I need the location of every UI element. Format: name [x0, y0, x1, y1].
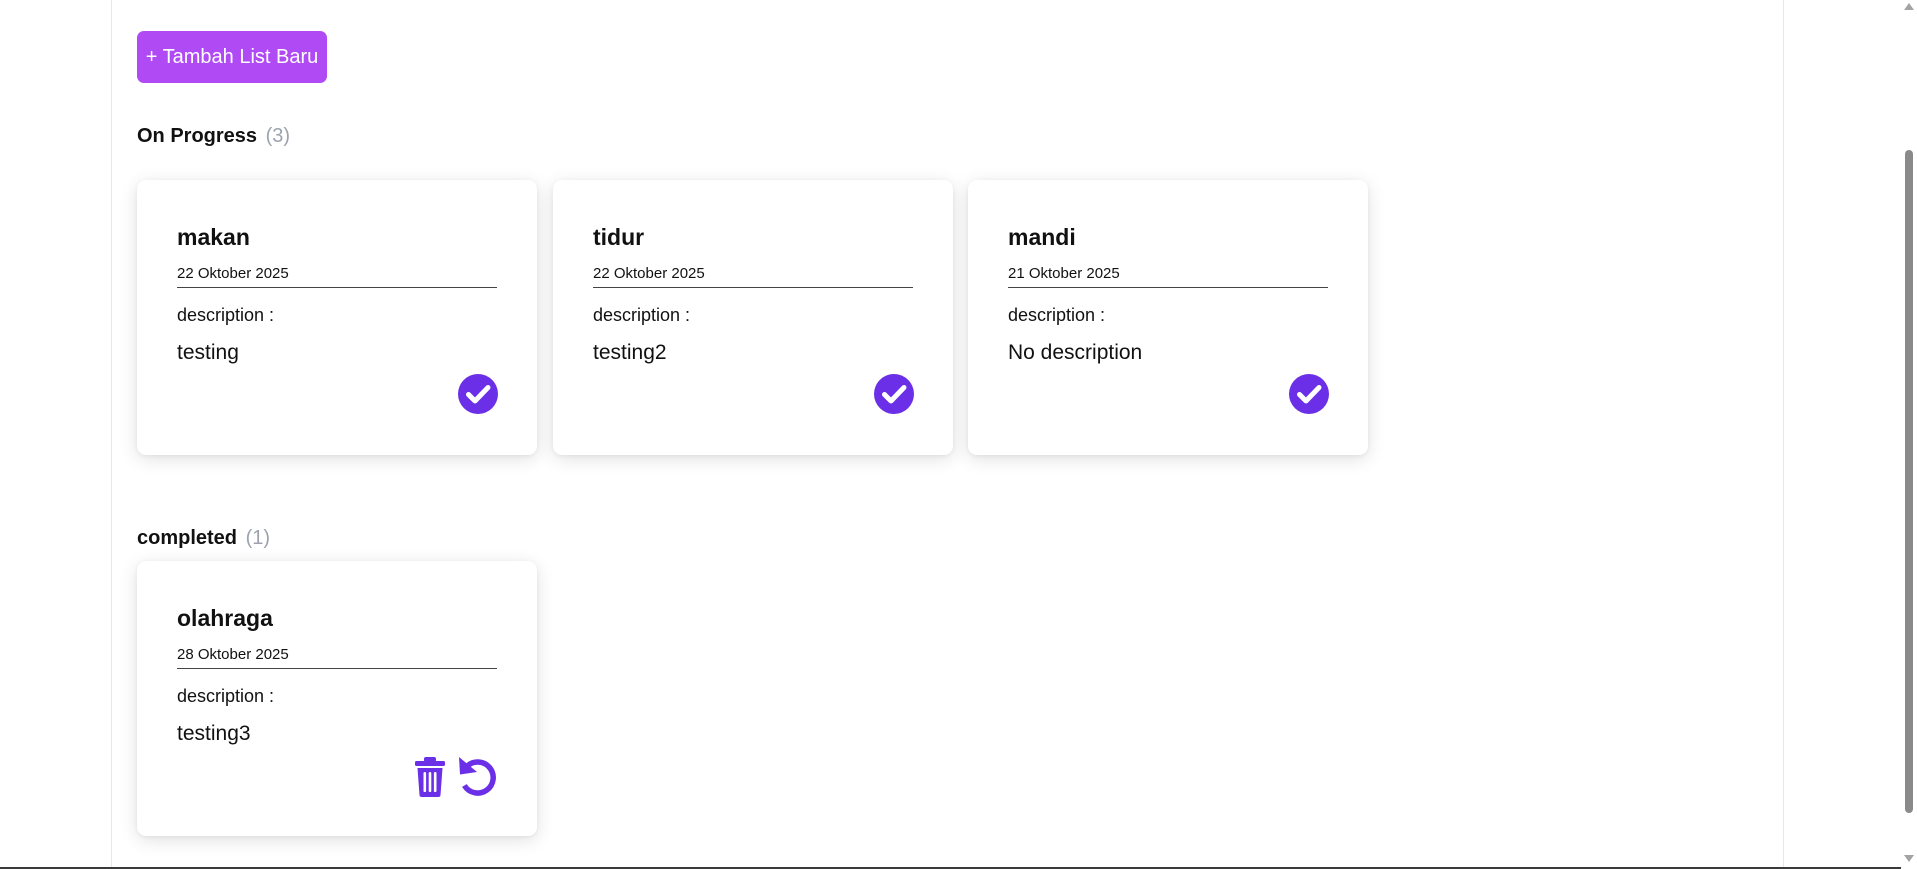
description-label: description : — [593, 305, 691, 325]
task-card-tidur: tidur 22 Oktober 2025 description : test… — [553, 180, 953, 455]
task-card-olahraga: olahraga 28 Oktober 2025 description : t… — [137, 561, 537, 836]
scrollbar-thumb[interactable] — [1905, 150, 1913, 813]
description-label: description : — [177, 305, 275, 325]
task-date: 28 Oktober 2025 — [177, 646, 289, 663]
on-progress-title: On Progress — [137, 125, 258, 147]
completed-title: completed — [137, 527, 238, 549]
description-label: description : — [177, 686, 275, 706]
task-card-makan: makan 22 Oktober 2025 description : test… — [137, 180, 537, 455]
task-card-mandi: mandi 21 Oktober 2025 description : No d… — [968, 180, 1368, 455]
task-title: mandi — [1008, 224, 1076, 250]
task-title: tidur — [593, 224, 645, 250]
on-progress-count: (3) — [265, 125, 291, 147]
card-divider — [177, 668, 497, 669]
task-title: olahraga — [177, 605, 273, 631]
task-date: 22 Oktober 2025 — [593, 265, 705, 282]
check-circle-icon — [874, 374, 914, 414]
check-circle-icon — [458, 374, 498, 414]
delete-button[interactable] — [409, 755, 451, 797]
card-divider — [593, 287, 913, 288]
complete-button[interactable] — [873, 373, 915, 415]
add-new-list-button[interactable]: + Tambah List Baru — [137, 31, 327, 83]
page: + Tambah List Baru On Progress (3) makan… — [0, 0, 1917, 869]
complete-button[interactable] — [457, 373, 499, 415]
undo-button[interactable] — [457, 755, 499, 797]
complete-button[interactable] — [1288, 373, 1330, 415]
task-description: No description — [1008, 341, 1143, 364]
task-description: testing3 — [177, 722, 251, 745]
card-divider — [177, 287, 497, 288]
task-title: makan — [177, 224, 250, 250]
undo-icon — [459, 757, 496, 796]
completed-count: (1) — [245, 527, 271, 549]
card-divider — [1008, 287, 1328, 288]
check-circle-icon — [1289, 374, 1329, 414]
scroll-down-arrow-icon[interactable] — [1904, 855, 1914, 862]
task-date: 22 Oktober 2025 — [177, 265, 289, 282]
scroll-up-arrow-icon[interactable] — [1904, 3, 1914, 10]
description-label: description : — [1008, 305, 1106, 325]
on-progress-heading: On Progress (3) — [137, 125, 290, 148]
completed-heading: completed (1) — [137, 527, 270, 550]
task-date: 21 Oktober 2025 — [1008, 265, 1120, 282]
trash-icon — [415, 757, 445, 797]
task-description: testing2 — [593, 341, 667, 364]
vertical-scrollbar[interactable] — [1901, 0, 1917, 867]
task-description: testing — [177, 341, 239, 364]
